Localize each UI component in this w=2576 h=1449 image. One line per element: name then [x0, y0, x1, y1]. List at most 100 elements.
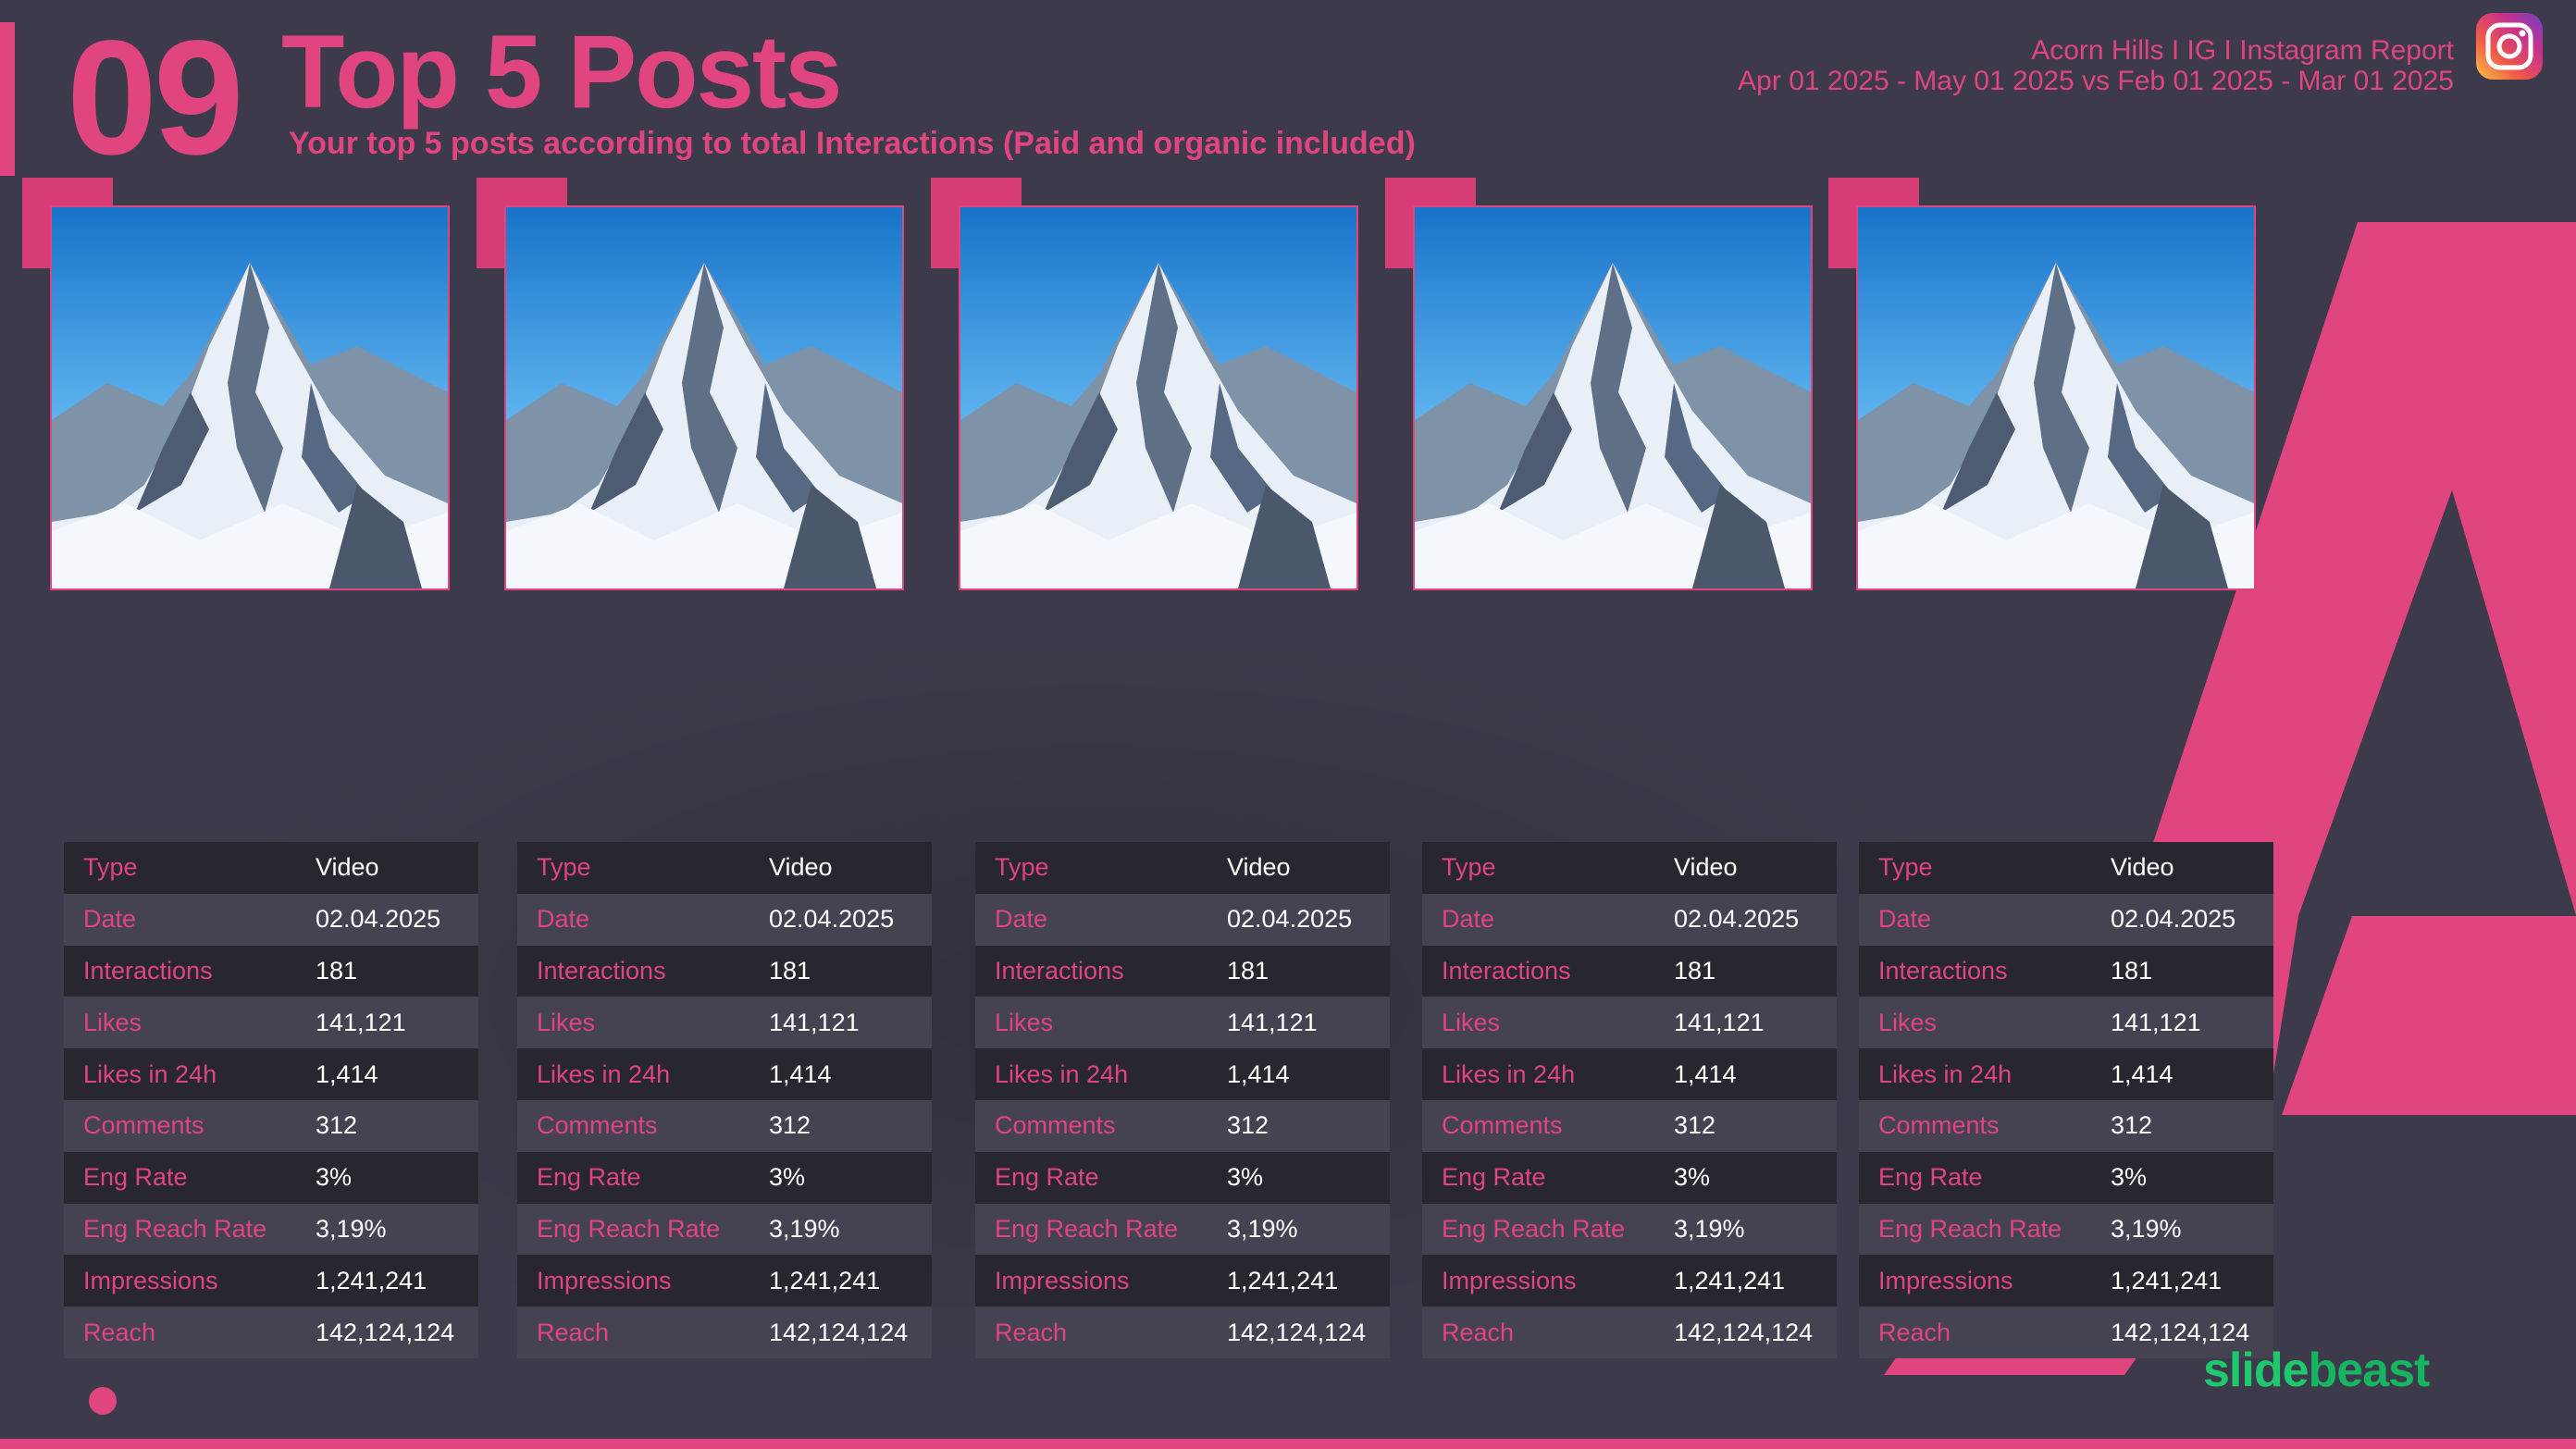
- snowy-mountain-photo: [504, 205, 904, 590]
- stat-row: Comments 312: [64, 1099, 478, 1152]
- stat-row: Reach 142,124,124: [64, 1307, 478, 1358]
- stat-value: 1,241,241: [296, 1255, 478, 1307]
- stat-label: Impressions: [1859, 1255, 2091, 1307]
- stat-label: Likes in 24h: [1859, 1048, 2091, 1100]
- snowy-mountain-photo: [50, 205, 450, 590]
- stat-value: 3,19%: [296, 1203, 478, 1256]
- stat-label: Eng Rate: [1422, 1151, 1654, 1204]
- stat-label: Interactions: [64, 945, 296, 997]
- stat-value: 02.04.2025: [749, 893, 932, 946]
- stat-value: 312: [749, 1099, 932, 1152]
- post-3-stats-table: Type Video Date 02.04.2025 Interactions 181 Li…: [975, 842, 1390, 1358]
- stat-row: Type Video: [1859, 842, 2273, 894]
- stat-row: Date 02.04.2025: [1422, 893, 1837, 946]
- stat-row: Likes 141,121: [64, 997, 478, 1049]
- stat-value: Video: [749, 842, 932, 894]
- stat-label: Eng Rate: [1859, 1151, 2091, 1204]
- stat-row: Eng Rate 3%: [64, 1151, 478, 1204]
- stat-value: 02.04.2025: [1208, 893, 1390, 946]
- stat-value: 141,121: [1654, 997, 1837, 1049]
- stat-label: Interactions: [1422, 945, 1654, 997]
- stat-value: 3,19%: [2091, 1203, 2273, 1256]
- snowy-mountain-photo: [1413, 205, 1813, 590]
- stat-row: Eng Reach Rate 3,19%: [1859, 1203, 2273, 1256]
- stat-value: 02.04.2025: [2091, 893, 2273, 946]
- stat-row: Interactions 181: [1422, 945, 1837, 997]
- stat-label: Date: [975, 893, 1208, 946]
- stat-label: Likes in 24h: [517, 1048, 749, 1100]
- stat-label: Type: [1859, 842, 2091, 894]
- stat-label: Reach: [1859, 1307, 2091, 1358]
- stat-value: 141,121: [2091, 997, 2273, 1049]
- stat-label: Type: [975, 842, 1208, 894]
- stat-label: Interactions: [517, 945, 749, 997]
- stat-label: Type: [64, 842, 296, 894]
- stat-label: Comments: [64, 1099, 296, 1152]
- stat-label: Impressions: [64, 1255, 296, 1307]
- stat-value: 142,124,124: [1208, 1307, 1390, 1358]
- stat-value: 3%: [2091, 1151, 2273, 1204]
- snowy-mountain-photo: [1856, 205, 2256, 590]
- stat-label: Reach: [975, 1307, 1208, 1358]
- post-3-image[interactable]: [931, 178, 1358, 590]
- stat-label: Likes in 24h: [1422, 1048, 1654, 1100]
- stat-row: Eng Rate 3%: [1422, 1151, 1837, 1204]
- stat-value: 3,19%: [1654, 1203, 1837, 1256]
- stat-value: 02.04.2025: [296, 893, 478, 946]
- stat-label: Interactions: [975, 945, 1208, 997]
- stat-label: Comments: [517, 1099, 749, 1152]
- stat-label: Date: [1859, 893, 2091, 946]
- stat-value: 1,414: [2091, 1048, 2273, 1100]
- post-2-stats-table: Type Video Date 02.04.2025 Interactions 181 Li…: [517, 842, 932, 1358]
- stat-row: Date 02.04.2025: [1859, 893, 2273, 946]
- stat-row: Type Video: [64, 842, 478, 894]
- post-1-image[interactable]: [22, 178, 450, 590]
- stat-label: Likes: [1859, 997, 2091, 1049]
- stat-value: Video: [1654, 842, 1837, 894]
- stat-label: Likes in 24h: [975, 1048, 1208, 1100]
- post-2-image[interactable]: [477, 178, 904, 590]
- stat-row: Date 02.04.2025: [975, 893, 1390, 946]
- stat-row: Likes 141,121: [1859, 997, 2273, 1049]
- stat-label: Likes: [975, 997, 1208, 1049]
- stat-row: Likes in 24h 1,414: [517, 1048, 932, 1100]
- stat-value: 1,241,241: [2091, 1255, 2273, 1307]
- stat-row: Reach 142,124,124: [975, 1307, 1390, 1358]
- report-info: Acorn Hills I IG I Instagram Report Apr …: [1738, 35, 2454, 96]
- stat-row: Type Video: [517, 842, 932, 894]
- stat-label: Date: [1422, 893, 1654, 946]
- stat-value: 181: [2091, 945, 2273, 997]
- brand-logo-part2: beast: [2308, 1344, 2431, 1397]
- left-accent-bar: [0, 22, 15, 176]
- stat-value: 1,414: [749, 1048, 932, 1100]
- page-subtitle: Your top 5 posts according to total Inte…: [289, 126, 1416, 161]
- stat-value: 3%: [1208, 1151, 1390, 1204]
- brand-logo-part1: slide: [2203, 1344, 2309, 1397]
- stat-label: Date: [517, 893, 749, 946]
- stat-row: Comments 312: [517, 1099, 932, 1152]
- stat-row: Comments 312: [1859, 1099, 2273, 1152]
- brand-logo: slidebeast: [2203, 1343, 2431, 1398]
- stat-label: Eng Reach Rate: [1859, 1203, 2091, 1256]
- stat-value: Video: [296, 842, 478, 894]
- stat-label: Interactions: [1859, 945, 2091, 997]
- stat-label: Eng Reach Rate: [975, 1203, 1208, 1256]
- stat-label: Reach: [517, 1307, 749, 1358]
- stat-label: Impressions: [517, 1255, 749, 1307]
- stat-row: Interactions 181: [64, 945, 478, 997]
- stat-label: Reach: [64, 1307, 296, 1358]
- post-5-stats-table: Type Video Date 02.04.2025 Interactions 181 Li…: [1859, 842, 2273, 1358]
- stat-value: 141,121: [749, 997, 932, 1049]
- snowy-mountain-photo: [959, 205, 1358, 590]
- stat-value: 3%: [1654, 1151, 1837, 1204]
- stat-row: Interactions 181: [975, 945, 1390, 997]
- report-date-range: Apr 01 2025 - May 01 2025 vs Feb 01 2025…: [1738, 66, 2454, 96]
- post-5-image[interactable]: [1828, 178, 2256, 590]
- post-4-image[interactable]: [1385, 178, 1813, 590]
- stat-label: Eng Reach Rate: [1422, 1203, 1654, 1256]
- stat-value: 181: [1654, 945, 1837, 997]
- stat-row: Likes in 24h 1,414: [1859, 1048, 2273, 1100]
- stat-row: Comments 312: [1422, 1099, 1837, 1152]
- stat-row: Eng Reach Rate 3,19%: [1422, 1203, 1837, 1256]
- stat-row: Date 02.04.2025: [64, 893, 478, 946]
